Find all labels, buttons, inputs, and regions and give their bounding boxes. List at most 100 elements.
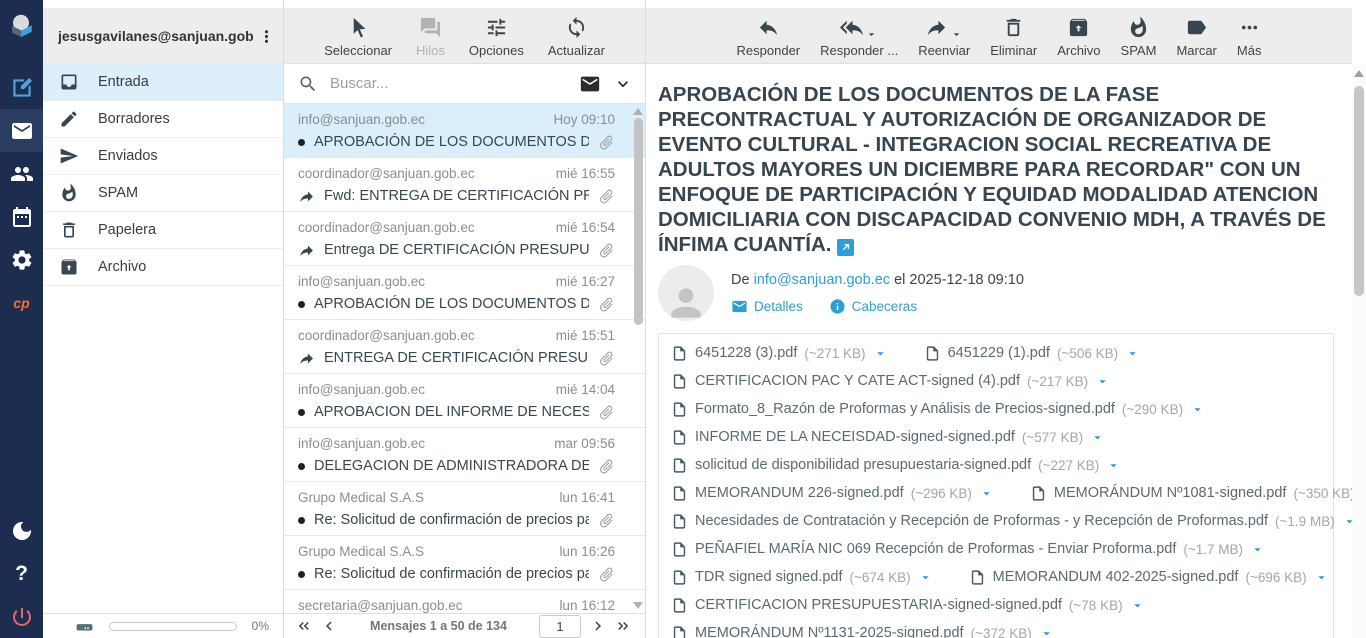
pane-scrollbar[interactable]	[1352, 64, 1366, 638]
next-page-button[interactable]	[585, 615, 611, 637]
message-row[interactable]: Grupo Medical S.A.S lun 16:26 Re: Solici…	[284, 536, 645, 590]
message-row[interactable]: info@sanjuan.gob.ec Hoy 09:10 APROBACIÓN…	[284, 104, 645, 158]
open-in-new-window-button[interactable]	[837, 239, 854, 256]
attachment-menu-icon[interactable]	[918, 570, 933, 585]
attachment-menu-icon[interactable]	[1039, 626, 1054, 638]
header-action-link[interactable]: Cabeceras	[829, 298, 917, 315]
attachment-menu-icon[interactable]	[1090, 430, 1105, 445]
attachment-menu-icon[interactable]	[1250, 542, 1265, 557]
caret-down-icon[interactable]	[950, 28, 963, 41]
attachment-row: CERTIFICACION PRESUPUESTARIA-signed-sign…	[671, 591, 1321, 619]
dark-mode-button[interactable]	[0, 509, 43, 552]
toolbar-button[interactable]: Eliminar	[984, 16, 1043, 63]
sender-address-link[interactable]: info@sanjuan.gob.ec	[754, 272, 890, 288]
attachment-menu-icon[interactable]	[1125, 346, 1140, 361]
message-row-subject-line: Re: Solicitud de confirmación de precios…	[298, 508, 615, 532]
attachment-row: Formato_8_Razón de Proformas y Análisis …	[671, 395, 1321, 423]
pdf-file-icon	[924, 345, 941, 362]
message-row[interactable]: info@sanjuan.gob.ec mié 14:04 APROBACION…	[284, 374, 645, 428]
search-input[interactable]	[328, 74, 569, 93]
chevron-down-icon[interactable]	[613, 74, 633, 94]
folder-item[interactable]: Entrada	[43, 64, 283, 101]
attachment-item[interactable]: MEMORÁNDUM Nº1081-signed.pdf (~350 KB)	[1030, 485, 1352, 502]
attachment-menu-icon[interactable]	[1130, 598, 1145, 613]
last-page-button[interactable]	[611, 615, 637, 637]
attachment-item[interactable]: Formato_8_Razón de Proformas y Análisis …	[671, 401, 1205, 418]
attachment-size: (~78 KB)	[1069, 598, 1123, 613]
attachment-menu-icon[interactable]	[979, 486, 994, 501]
attachment-menu-icon[interactable]	[1095, 374, 1110, 389]
toolbar-button[interactable]: Seleccionar	[318, 16, 398, 63]
calendar-nav-button[interactable]	[0, 195, 43, 238]
message-row[interactable]: secretaria@sanjuan.gob.ec lun 16:12	[284, 590, 645, 613]
toolbar-button[interactable]: Archivo	[1051, 16, 1106, 63]
message-row[interactable]: coordinador@sanjuan.gob.ec mié 16:54 Ent…	[284, 212, 645, 266]
attachment-item[interactable]: MEMORANDUM 226-signed.pdf (~296 KB)	[671, 485, 994, 502]
attachment-menu-icon[interactable]	[1314, 570, 1329, 585]
list-scroll-down-icon[interactable]	[633, 602, 643, 609]
cpanel-icon[interactable]: cp	[0, 281, 43, 324]
folder-item[interactable]: Enviados	[43, 138, 283, 175]
message-sender: coordinador@sanjuan.gob.ec	[298, 164, 475, 183]
attachment-menu-icon[interactable]	[1106, 458, 1121, 473]
quota-progress	[109, 622, 237, 631]
toolbar-button[interactable]: Responder ...	[814, 16, 904, 63]
help-button[interactable]: ?	[0, 552, 43, 595]
pdf-file-icon	[671, 429, 688, 446]
settings-nav-button[interactable]	[0, 238, 43, 281]
pagination-label: Mensajes 1 a 50 de 134	[342, 619, 535, 633]
message-row[interactable]: info@sanjuan.gob.ec mar 09:56 DELEGACION…	[284, 428, 645, 482]
folder-item[interactable]: Archivo	[43, 249, 283, 286]
attachment-menu-icon[interactable]	[1342, 514, 1352, 529]
attachment-item[interactable]: MEMORÁNDUM Nº1131-2025-signed.pdf (~372 …	[671, 625, 1054, 638]
attachment-item[interactable]: PEÑAFIEL MARÍA NIC 069 Recepción de Prof…	[671, 541, 1265, 558]
list-scrollbar-thumb[interactable]	[634, 118, 643, 325]
list-scroll-up-icon[interactable]	[633, 108, 643, 115]
toolbar-button[interactable]: Actualizar	[542, 16, 611, 63]
attachment-item[interactable]: Necesidades de Contratación y Recepción …	[671, 513, 1352, 530]
toolbar-button[interactable]: Reenviar	[912, 16, 976, 63]
contacts-nav-button[interactable]	[0, 152, 43, 195]
attachment-item[interactable]: MEMORANDUM 402-2025-signed.pdf (~696 KB)	[969, 569, 1329, 586]
mail-nav-button[interactable]	[0, 109, 43, 152]
caret-down-icon[interactable]	[865, 28, 878, 41]
prev-page-button[interactable]	[316, 615, 342, 637]
folder-sidebar: jesusgavilanes@sanjuan.gob.... Entrada B…	[43, 0, 284, 638]
attachment-item[interactable]: CERTIFICACION PRESUPUESTARIA-signed-sign…	[671, 597, 1145, 614]
attachment-item[interactable]: TDR signed signed.pdf (~674 KB)	[671, 569, 933, 586]
sender-line: De info@sanjuan.gob.ec el 2025-12-18 09:…	[731, 272, 1024, 288]
message-row[interactable]: coordinador@sanjuan.gob.ec mié 16:55 Fwd…	[284, 158, 645, 212]
pane-scroll-up-icon[interactable]	[1354, 70, 1364, 77]
attachment-item[interactable]: 6451228 (3).pdf (~271 KB)	[671, 345, 888, 362]
attachment-item[interactable]: solicitud de disponibilidad presupuestar…	[671, 457, 1121, 474]
envelope-filter-icon[interactable]	[579, 73, 601, 95]
folder-item[interactable]: Borradores	[43, 101, 283, 138]
toolbar-button[interactable]: SPAM	[1115, 16, 1163, 63]
toolbar-button[interactable]: Más	[1231, 16, 1268, 63]
first-page-button[interactable]	[290, 615, 316, 637]
folder-item[interactable]: SPAM	[43, 175, 283, 212]
attachment-size: (~271 KB)	[804, 346, 865, 361]
attachment-item[interactable]: INFORME DE LA NECEISDAD-signed-signed.pd…	[671, 429, 1105, 446]
pdf-file-icon	[671, 569, 688, 586]
toolbar-button[interactable]: Responder	[731, 16, 807, 63]
compose-button[interactable]	[0, 66, 43, 109]
attachment-item[interactable]: 6451229 (1).pdf (~506 KB)	[924, 345, 1141, 362]
pane-scrollbar-thumb[interactable]	[1354, 86, 1364, 296]
attachment-size: (~372 KB)	[971, 626, 1032, 638]
logout-button[interactable]	[0, 595, 43, 638]
toolbar-button[interactable]: Opciones	[463, 16, 530, 63]
toolbar-button[interactable]: Hilos	[410, 16, 451, 63]
message-row[interactable]: Grupo Medical S.A.S lun 16:41 Re: Solici…	[284, 482, 645, 536]
toolbar-button[interactable]: Marcar	[1170, 16, 1222, 63]
attachment-item[interactable]: CERTIFICACION PAC Y CATE ACT-signed (4).…	[671, 373, 1110, 390]
folder-item[interactable]: Papelera	[43, 212, 283, 249]
message-row[interactable]: coordinador@sanjuan.gob.ec mié 15:51 ENT…	[284, 320, 645, 374]
account-menu-button[interactable]	[253, 23, 279, 49]
header-action-link[interactable]: Detalles	[731, 298, 803, 315]
page-number-input[interactable]	[539, 615, 581, 638]
attachment-size: (~296 KB)	[911, 486, 972, 501]
attachment-menu-icon[interactable]	[873, 346, 888, 361]
attachment-menu-icon[interactable]	[1190, 402, 1205, 417]
message-row[interactable]: info@sanjuan.gob.ec mié 16:27 APROBACIÓN…	[284, 266, 645, 320]
